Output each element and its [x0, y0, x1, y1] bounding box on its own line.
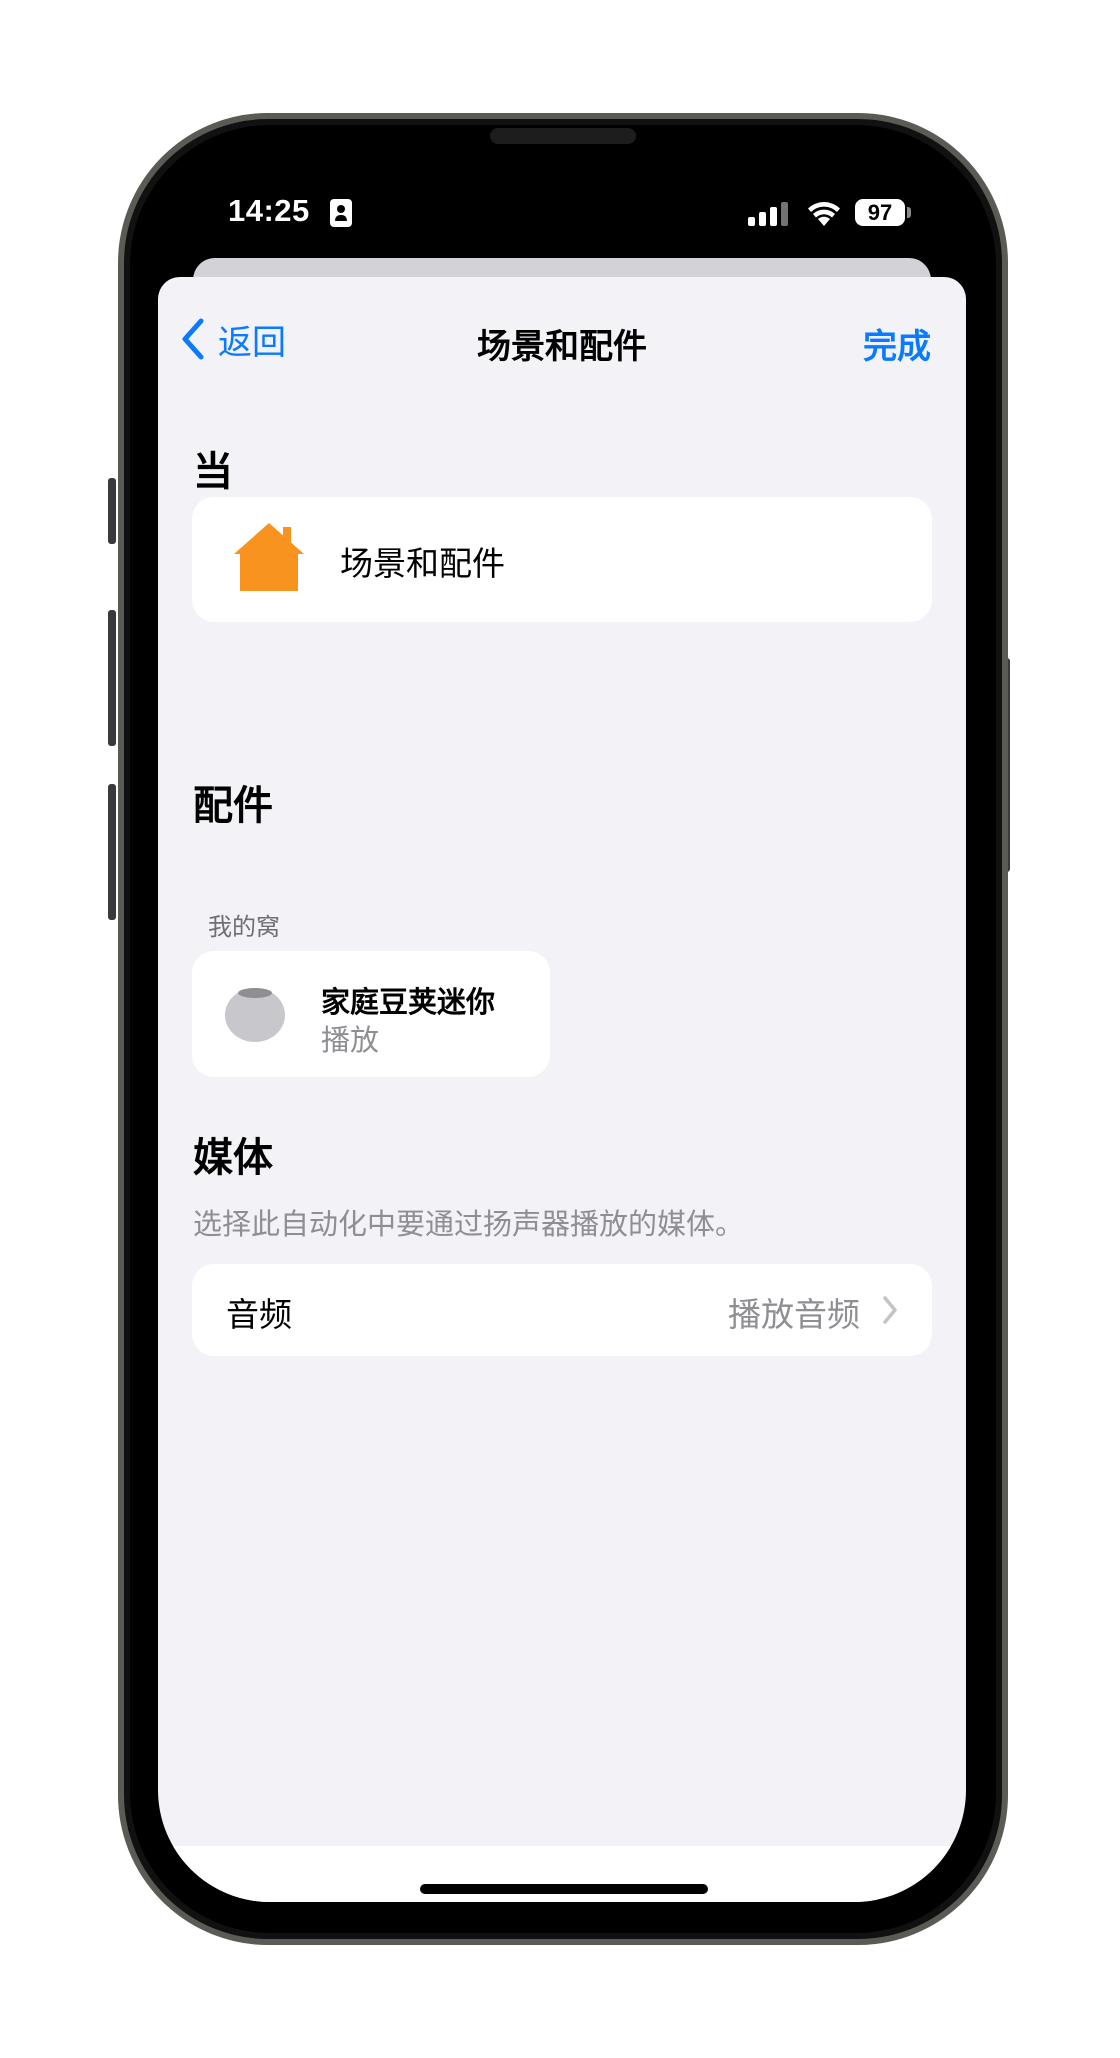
- media-section-header: 媒体: [193, 1135, 273, 1181]
- home-indicator[interactable]: [420, 1884, 708, 1894]
- audio-row[interactable]: 音频 播放音频: [192, 1264, 932, 1356]
- done-button[interactable]: 完成: [863, 319, 931, 368]
- phone-mockup: 14:25 97 返回 场景和配件 完成 当 场景和配件 配件 我的窝 家庭豆荚…: [0, 0, 1120, 2058]
- earpiece-speaker: [490, 128, 636, 144]
- house-icon: [234, 523, 304, 591]
- status-time: 14:25: [228, 193, 310, 228]
- screen: 14:25 97 返回 场景和配件 完成 当 场景和配件 配件 我的窝 家庭豆荚…: [158, 146, 966, 1902]
- modal-sheet: 返回 场景和配件 完成 当 场景和配件 配件 我的窝 家庭豆荚迷你 播放 媒体 …: [158, 277, 966, 1902]
- homepod-mini-icon: [225, 988, 285, 1042]
- volume-down-button: [108, 784, 116, 920]
- audio-value: 播放音频: [728, 1295, 860, 1334]
- scene-label: 场景和配件: [340, 544, 505, 583]
- cellular-signal-icon: [748, 202, 790, 226]
- accessory-status: 播放: [321, 1023, 380, 1057]
- accessories-section-header: 配件: [193, 783, 273, 829]
- chevron-right-icon: [883, 1296, 897, 1324]
- media-description: 选择此自动化中要通过扬声器播放的媒体。: [193, 1207, 745, 1241]
- page-title: 场景和配件: [477, 327, 647, 367]
- scene-trigger-row[interactable]: 场景和配件: [192, 497, 932, 622]
- focus-person-icon: [330, 199, 352, 227]
- accessory-tile[interactable]: 家庭豆荚迷你 播放: [192, 951, 550, 1077]
- accessory-name: 家庭豆荚迷你: [321, 985, 496, 1019]
- battery-indicator: 97: [855, 199, 905, 226]
- action-button: [108, 478, 116, 544]
- wifi-icon: [808, 202, 840, 226]
- battery-nub-icon: [907, 207, 911, 218]
- room-label: 我的窝: [208, 913, 280, 941]
- volume-up-button: [108, 610, 116, 746]
- when-section-header: 当: [193, 449, 233, 495]
- audio-label: 音频: [226, 1295, 292, 1334]
